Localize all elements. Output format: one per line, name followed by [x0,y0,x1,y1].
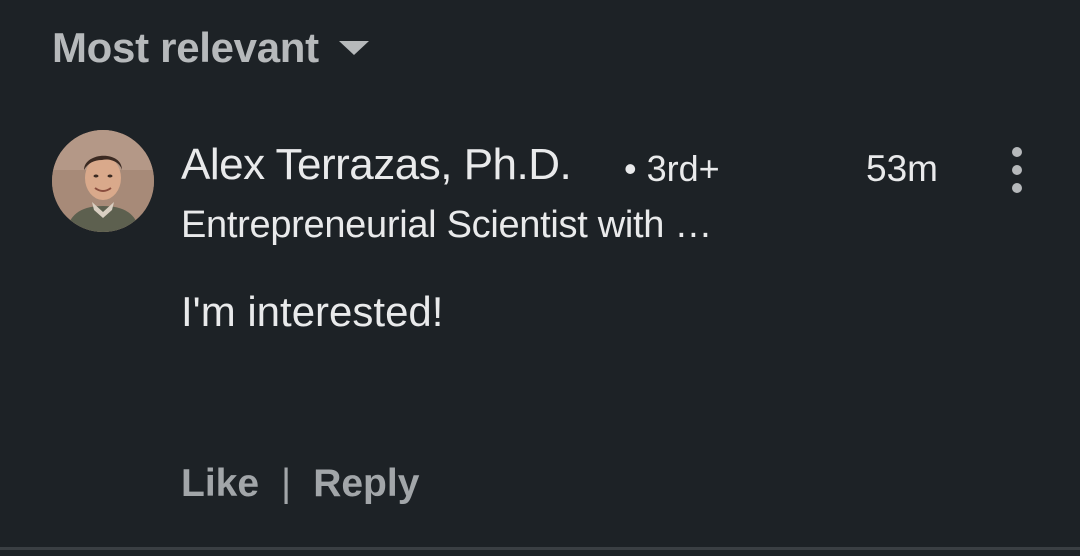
reply-button[interactable]: Reply [313,462,419,506]
caret-down-icon [338,41,369,55]
comment-actions: Like | Reply [181,462,419,506]
avatar-photo [52,130,154,232]
comment-text: I'm interested! [181,288,444,335]
divider [0,547,1080,550]
more-vertical-icon-dot [1012,165,1022,175]
comment-timestamp: 53m [866,148,938,189]
like-button[interactable]: Like [181,462,259,506]
action-separator: | [281,462,292,505]
connection-degree: • 3rd+ [624,148,720,189]
author-headline[interactable]: Entrepreneurial Scientist with … [181,204,712,247]
author-avatar[interactable] [52,130,154,232]
sort-label: Most relevant [52,24,319,71]
author-name[interactable]: Alex Terrazas, Ph.D. [181,140,572,190]
more-options-button[interactable] [1000,145,1034,195]
sort-dropdown[interactable]: Most relevant [52,22,369,74]
more-vertical-icon-dot [1012,183,1022,193]
more-vertical-icon [1012,147,1022,157]
